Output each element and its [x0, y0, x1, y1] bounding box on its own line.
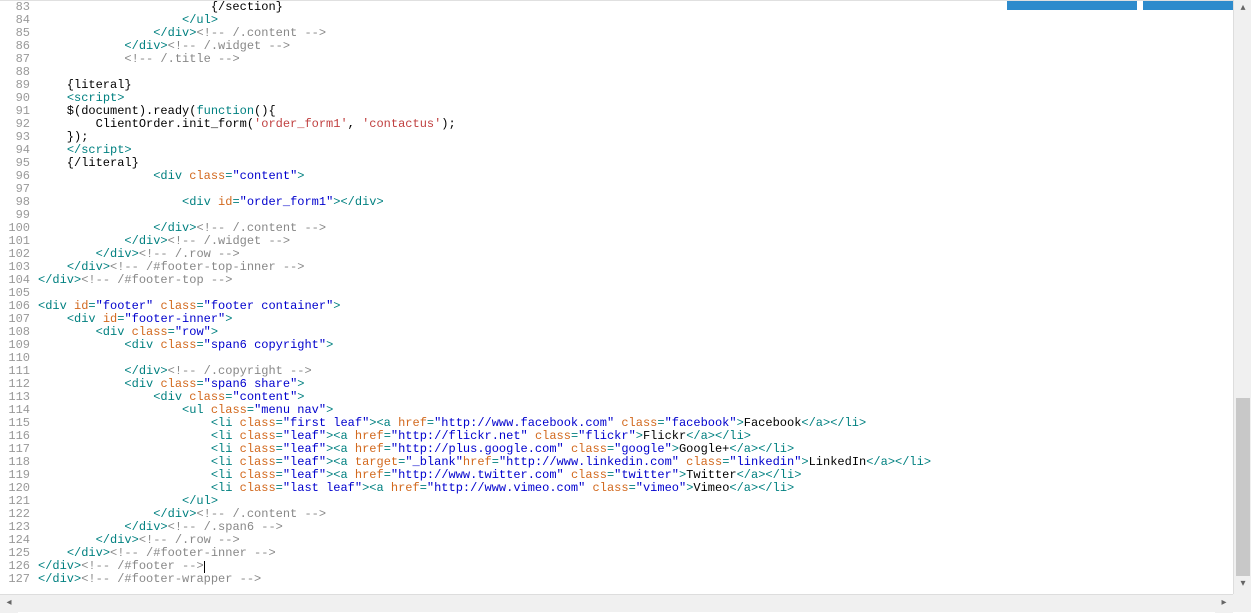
horizontal-scrollbar[interactable]: ◂ ▸	[0, 594, 1233, 612]
scrollbar-corner	[1233, 594, 1251, 612]
code-line[interactable]: <div id="order_form1"></div>	[38, 196, 1233, 209]
line-number-gutter: 8384858687888990919293949596979899100101…	[0, 1, 36, 594]
code-line[interactable]: </div><!-- /#footer-wrapper -->	[38, 573, 1233, 586]
scroll-down-icon[interactable]: ▾	[1234, 576, 1251, 594]
code-line[interactable]: <!-- /.title -->	[38, 53, 1233, 66]
line-number: 127	[0, 573, 30, 586]
code-line[interactable]: <div class="content">	[38, 170, 1233, 183]
vscroll-track[interactable]	[1234, 18, 1251, 576]
code-content[interactable]: {/section} </ul> </div><!-- /.content --…	[36, 1, 1233, 594]
code-line[interactable]: });	[38, 131, 1233, 144]
code-line[interactable]: <div class="span6 copyright">	[38, 339, 1233, 352]
code-line[interactable]: ClientOrder.init_form('order_form1', 'co…	[38, 118, 1233, 131]
scroll-right-icon[interactable]: ▸	[1215, 595, 1233, 613]
code-line[interactable]: </script>	[38, 144, 1233, 157]
code-line[interactable]: </div><!-- /#footer-inner -->	[38, 547, 1233, 560]
scroll-left-icon[interactable]: ◂	[0, 595, 18, 613]
code-line[interactable]: {literal}	[38, 79, 1233, 92]
vertical-scrollbar[interactable]: ▴ ▾	[1233, 0, 1251, 594]
code-line[interactable]: </div><!-- /#footer-top -->	[38, 274, 1233, 287]
code-editor[interactable]: 8384858687888990919293949596979899100101…	[0, 0, 1233, 594]
scroll-up-icon[interactable]: ▴	[1234, 0, 1251, 18]
vscroll-thumb[interactable]	[1236, 398, 1250, 578]
code-line[interactable]	[38, 66, 1233, 79]
